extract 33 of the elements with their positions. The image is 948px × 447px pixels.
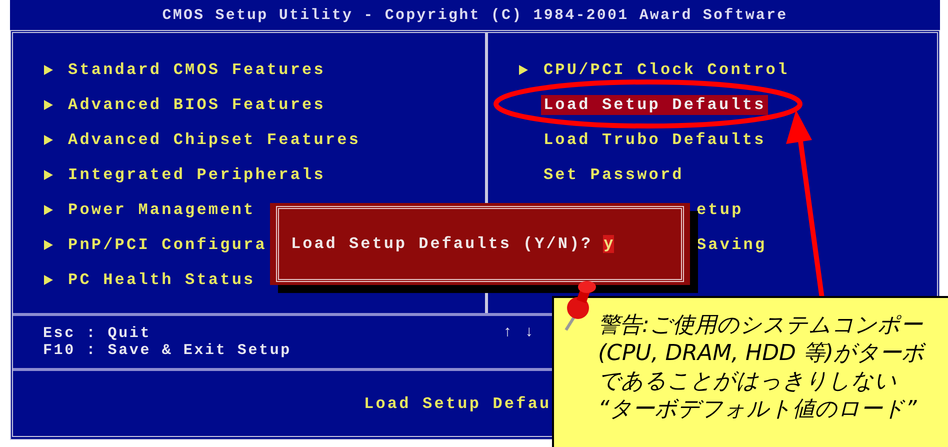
- note-text: であることがはっきりしない: [598, 368, 897, 396]
- key-hint: Esc : Quit: [43, 325, 152, 342]
- menu-item[interactable]: Set Password: [541, 164, 686, 184]
- note-text: (CPU, DRAM, HDD 等)がターボ: [598, 340, 925, 368]
- arrow-icon: [43, 238, 54, 250]
- menu-item[interactable]: Integrated Peripherals: [66, 164, 328, 184]
- status-text: Load Setup Defau: [363, 394, 552, 414]
- pushpin-icon: [562, 280, 598, 332]
- menu-item[interactable]: Load Trubo Defaults: [541, 130, 768, 150]
- arrow-keys-hint: ↑ ↓: [503, 324, 536, 341]
- arrow-icon: [43, 64, 54, 76]
- menu-item[interactable]: PC Health Status: [66, 270, 258, 290]
- arrow-icon: [43, 168, 54, 180]
- note-text: 警告:ご使用のシステムコンポー: [598, 312, 922, 340]
- menu-item[interactable]: Power Management: [66, 200, 258, 220]
- menu-item[interactable]: etup: [694, 200, 746, 220]
- arrow-icon: [43, 274, 54, 286]
- arrow-icon: [43, 98, 54, 110]
- key-hint: F10 : Save & Exit Setup: [43, 342, 292, 359]
- menu-item[interactable]: Saving: [694, 234, 769, 254]
- window-title: CMOS Setup Utility - Copyright (C) 1984-2001 Award Software: [161, 6, 789, 26]
- menu-item[interactable]: Advanced BIOS Features: [66, 94, 328, 114]
- menu-item[interactable]: CPU/PCI Clock Control: [541, 60, 792, 80]
- menu-item[interactable]: Load Setup Defaults: [541, 94, 768, 114]
- arrow-icon: [43, 204, 54, 216]
- answer-field[interactable]: y: [602, 235, 614, 253]
- menu-item[interactable]: Advanced Chipset Features: [66, 130, 363, 150]
- arrow-icon: [518, 64, 530, 76]
- menu-item[interactable]: PnP/PCI Configura: [66, 234, 269, 254]
- arrow-icon: [43, 134, 54, 146]
- menu-item[interactable]: Standard CMOS Features: [66, 60, 328, 80]
- dialog-prompt: Load Setup Defaults (Y/N)?: [291, 235, 593, 253]
- note-text: “ターボデフォルト値のロード”: [598, 396, 917, 424]
